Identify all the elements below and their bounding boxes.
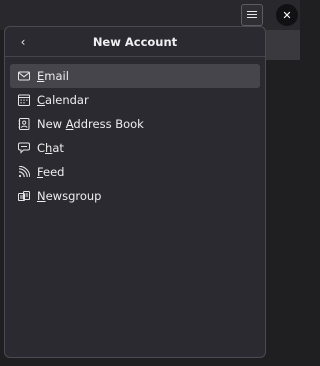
- menu-item-address-book[interactable]: New Address Book: [10, 112, 260, 136]
- newsgroup-icon: [18, 190, 30, 202]
- menu-item-feed[interactable]: Feed: [10, 160, 260, 184]
- menu-item-label: Calendar: [37, 93, 89, 107]
- menu-item-label: New Address Book: [37, 117, 144, 131]
- new-account-list: Email Calendar New Address Book Chat Fee…: [5, 57, 265, 208]
- menu-item-label: Feed: [37, 165, 65, 179]
- menu-item-calendar[interactable]: Calendar: [10, 88, 260, 112]
- menu-item-newsgroup[interactable]: Newsgroup: [10, 184, 260, 208]
- menu-item-email[interactable]: Email: [10, 64, 260, 88]
- tab-strip-edge: [266, 30, 300, 60]
- chevron-left-icon: ‹: [20, 35, 26, 49]
- menu-item-label: Newsgroup: [37, 189, 102, 203]
- chat-bubble-icon: [18, 142, 30, 154]
- envelope-icon: [18, 70, 30, 82]
- close-x-icon: ✕: [282, 8, 292, 22]
- menu-item-chat[interactable]: Chat: [10, 136, 260, 160]
- close-button[interactable]: ✕: [276, 4, 298, 26]
- panel-header: ‹ New Account: [5, 27, 265, 57]
- rss-feed-icon: [18, 166, 30, 178]
- back-button[interactable]: ‹: [13, 32, 33, 52]
- hamburger-menu-icon: [247, 11, 257, 19]
- panel-title: New Account: [92, 34, 178, 49]
- new-account-panel: ‹ New Account Email Calendar New Address…: [4, 26, 266, 358]
- address-book-icon: [18, 118, 30, 130]
- menu-item-label: Email: [37, 69, 69, 83]
- calendar-icon: [18, 94, 30, 106]
- app-menu-button[interactable]: [241, 4, 263, 26]
- menu-item-label: Chat: [37, 141, 64, 155]
